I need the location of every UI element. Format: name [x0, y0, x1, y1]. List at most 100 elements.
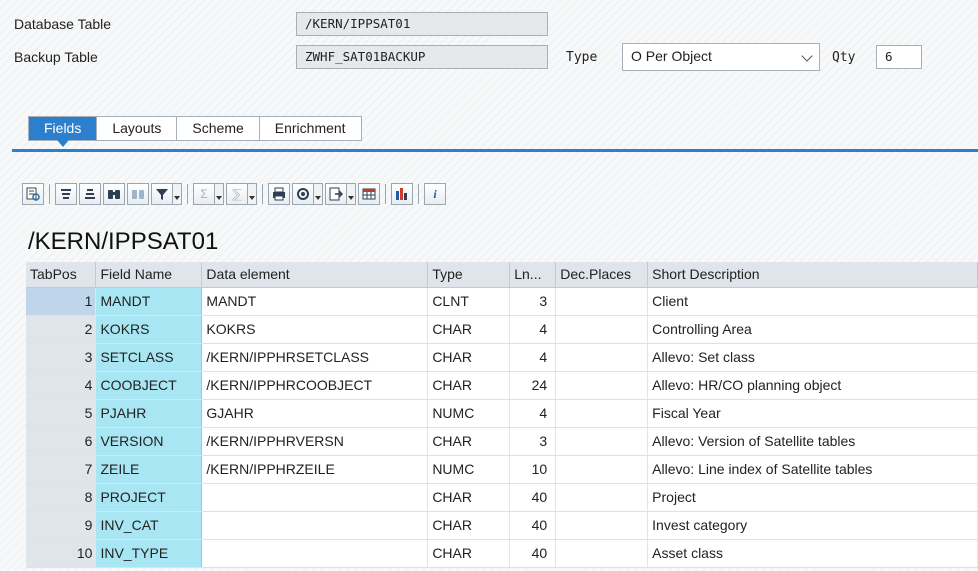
cell-type[interactable]: CHAR	[427, 511, 511, 540]
cell-short-description[interactable]: Allevo: HR/CO planning object	[647, 371, 978, 400]
find-icon[interactable]	[103, 183, 125, 205]
sum-icon[interactable]: Σ	[193, 183, 215, 205]
cell-field-name[interactable]: PROJECT	[95, 483, 203, 512]
cell-short-description[interactable]: Project	[647, 483, 978, 512]
column-header-short-description[interactable]: Short Description	[647, 262, 978, 288]
table-row[interactable]: 10 INV_TYPE CHAR 40 Asset class	[26, 539, 978, 568]
details-icon[interactable]	[22, 183, 44, 205]
cell-dec-places[interactable]	[555, 511, 649, 540]
export-dropdown-icon[interactable]	[347, 183, 356, 205]
table-row[interactable]: 8 PROJECT CHAR 40 Project	[26, 483, 978, 512]
subtotal-dropdown-icon[interactable]	[248, 183, 257, 205]
cell-type[interactable]: CLNT	[427, 287, 511, 316]
cell-type[interactable]: NUMC	[427, 455, 511, 484]
find-next-icon[interactable]	[127, 183, 149, 205]
print-icon[interactable]	[268, 183, 290, 205]
cell-dec-places[interactable]	[555, 539, 649, 568]
info-icon[interactable]: i	[424, 183, 446, 205]
cell-tabpos[interactable]: 3	[26, 343, 97, 372]
cell-field-name[interactable]: COOBJECT	[95, 371, 203, 400]
cell-dec-places[interactable]	[555, 427, 649, 456]
cell-short-description[interactable]: Allevo: Set class	[647, 343, 978, 372]
cell-data-element[interactable]: MANDT	[201, 287, 429, 316]
cell-data-element[interactable]	[201, 483, 429, 512]
cell-dec-places[interactable]	[555, 483, 649, 512]
cell-tabpos[interactable]: 4	[26, 371, 97, 400]
cell-field-name[interactable]: KOKRS	[95, 315, 203, 344]
cell-data-element[interactable]	[201, 539, 429, 568]
cell-tabpos[interactable]: 8	[26, 483, 97, 512]
sum-dropdown-icon[interactable]	[215, 183, 224, 205]
column-header-type[interactable]: Type	[427, 262, 511, 288]
cell-length[interactable]: 4	[509, 343, 557, 372]
sort-ascending-icon[interactable]	[55, 183, 77, 205]
database-table-field[interactable]: /KERN/IPPSAT01	[296, 12, 548, 36]
table-row[interactable]: 2 KOKRS KOKRS CHAR 4 Controlling Area	[26, 315, 978, 344]
cell-short-description[interactable]: Controlling Area	[647, 315, 978, 344]
qty-field[interactable]: 6	[876, 45, 922, 69]
cell-type[interactable]: CHAR	[427, 539, 511, 568]
cell-field-name[interactable]: ZEILE	[95, 455, 203, 484]
tab-enrichment[interactable]: Enrichment	[260, 117, 361, 140]
cell-short-description[interactable]: Client	[647, 287, 978, 316]
cell-dec-places[interactable]	[555, 399, 649, 428]
cell-length[interactable]: 3	[509, 427, 557, 456]
column-header-dec-places[interactable]: Dec.Places	[555, 262, 649, 288]
table-row[interactable]: 4 COOBJECT/KERN/IPPHRCOOBJECT CHAR 24 Allevo…	[26, 371, 978, 400]
cell-short-description[interactable]: Allevo: Line index of Satellite tables	[647, 455, 978, 484]
cell-data-element[interactable]: GJAHR	[201, 399, 429, 428]
cell-tabpos[interactable]: 10	[26, 539, 97, 568]
table-row[interactable]: 7 ZEILE/KERN/IPPHRZEILE NUMC 10 Allevo: Line…	[26, 455, 978, 484]
type-select[interactable]: O Per Object	[622, 43, 820, 71]
cell-short-description[interactable]: Allevo: Version of Satellite tables	[647, 427, 978, 456]
cell-field-name[interactable]: PJAHR	[95, 399, 203, 428]
cell-data-element[interactable]	[201, 511, 429, 540]
cell-field-name[interactable]: SETCLASS	[95, 343, 203, 372]
cell-data-element[interactable]: /KERN/IPPHRCOOBJECT	[201, 371, 429, 400]
cell-type[interactable]: CHAR	[427, 315, 511, 344]
cell-field-name[interactable]: INV_TYPE	[95, 539, 203, 568]
column-header-tabpos[interactable]: TabPos	[26, 262, 97, 288]
sort-descending-icon[interactable]	[79, 183, 101, 205]
cell-type[interactable]: CHAR	[427, 427, 511, 456]
cell-dec-places[interactable]	[555, 371, 649, 400]
cell-length[interactable]: 4	[509, 315, 557, 344]
cell-field-name[interactable]: MANDT	[95, 287, 203, 316]
tab-scheme[interactable]: Scheme	[177, 117, 260, 140]
cell-dec-places[interactable]	[555, 455, 649, 484]
views-icon[interactable]	[292, 183, 314, 205]
filter-icon[interactable]	[151, 183, 173, 205]
table-row[interactable]: 3 SETCLASS/KERN/IPPHRSETCLASS CHAR 4 Allevo:…	[26, 343, 978, 372]
cell-dec-places[interactable]	[555, 315, 649, 344]
table-row[interactable]: 9 INV_CAT CHAR 40 Invest category	[26, 511, 978, 540]
cell-tabpos[interactable]: 7	[26, 455, 97, 484]
cell-length[interactable]: 4	[509, 399, 557, 428]
cell-type[interactable]: CHAR	[427, 483, 511, 512]
cell-field-name[interactable]: VERSION	[95, 427, 203, 456]
column-header-field-name[interactable]: Field Name	[95, 262, 203, 288]
export-icon[interactable]	[325, 183, 347, 205]
views-dropdown-icon[interactable]	[314, 183, 323, 205]
cell-length[interactable]: 10	[509, 455, 557, 484]
subtotal-icon[interactable]: ⅀	[226, 183, 248, 205]
cell-data-element[interactable]: /KERN/IPPHRZEILE	[201, 455, 429, 484]
filter-dropdown-icon[interactable]	[173, 183, 182, 205]
cell-field-name[interactable]: INV_CAT	[95, 511, 203, 540]
column-header-data-element[interactable]: Data element	[201, 262, 429, 288]
cell-data-element[interactable]: KOKRS	[201, 315, 429, 344]
cell-length[interactable]: 40	[509, 539, 557, 568]
cell-data-element[interactable]: /KERN/IPPHRVERSN	[201, 427, 429, 456]
layout-icon[interactable]	[358, 183, 380, 205]
graphic-icon[interactable]	[391, 183, 413, 205]
cell-tabpos[interactable]: 2	[26, 315, 97, 344]
cell-type[interactable]: CHAR	[427, 343, 511, 372]
cell-dec-places[interactable]	[555, 343, 649, 372]
cell-tabpos[interactable]: 9	[26, 511, 97, 540]
column-header-length[interactable]: Ln...	[509, 262, 557, 288]
cell-type[interactable]: NUMC	[427, 399, 511, 428]
cell-length[interactable]: 3	[509, 287, 557, 316]
cell-tabpos[interactable]: 1	[26, 287, 97, 316]
cell-tabpos[interactable]: 6	[26, 427, 97, 456]
tab-layouts[interactable]: Layouts	[97, 117, 178, 140]
cell-short-description[interactable]: Asset class	[647, 539, 978, 568]
